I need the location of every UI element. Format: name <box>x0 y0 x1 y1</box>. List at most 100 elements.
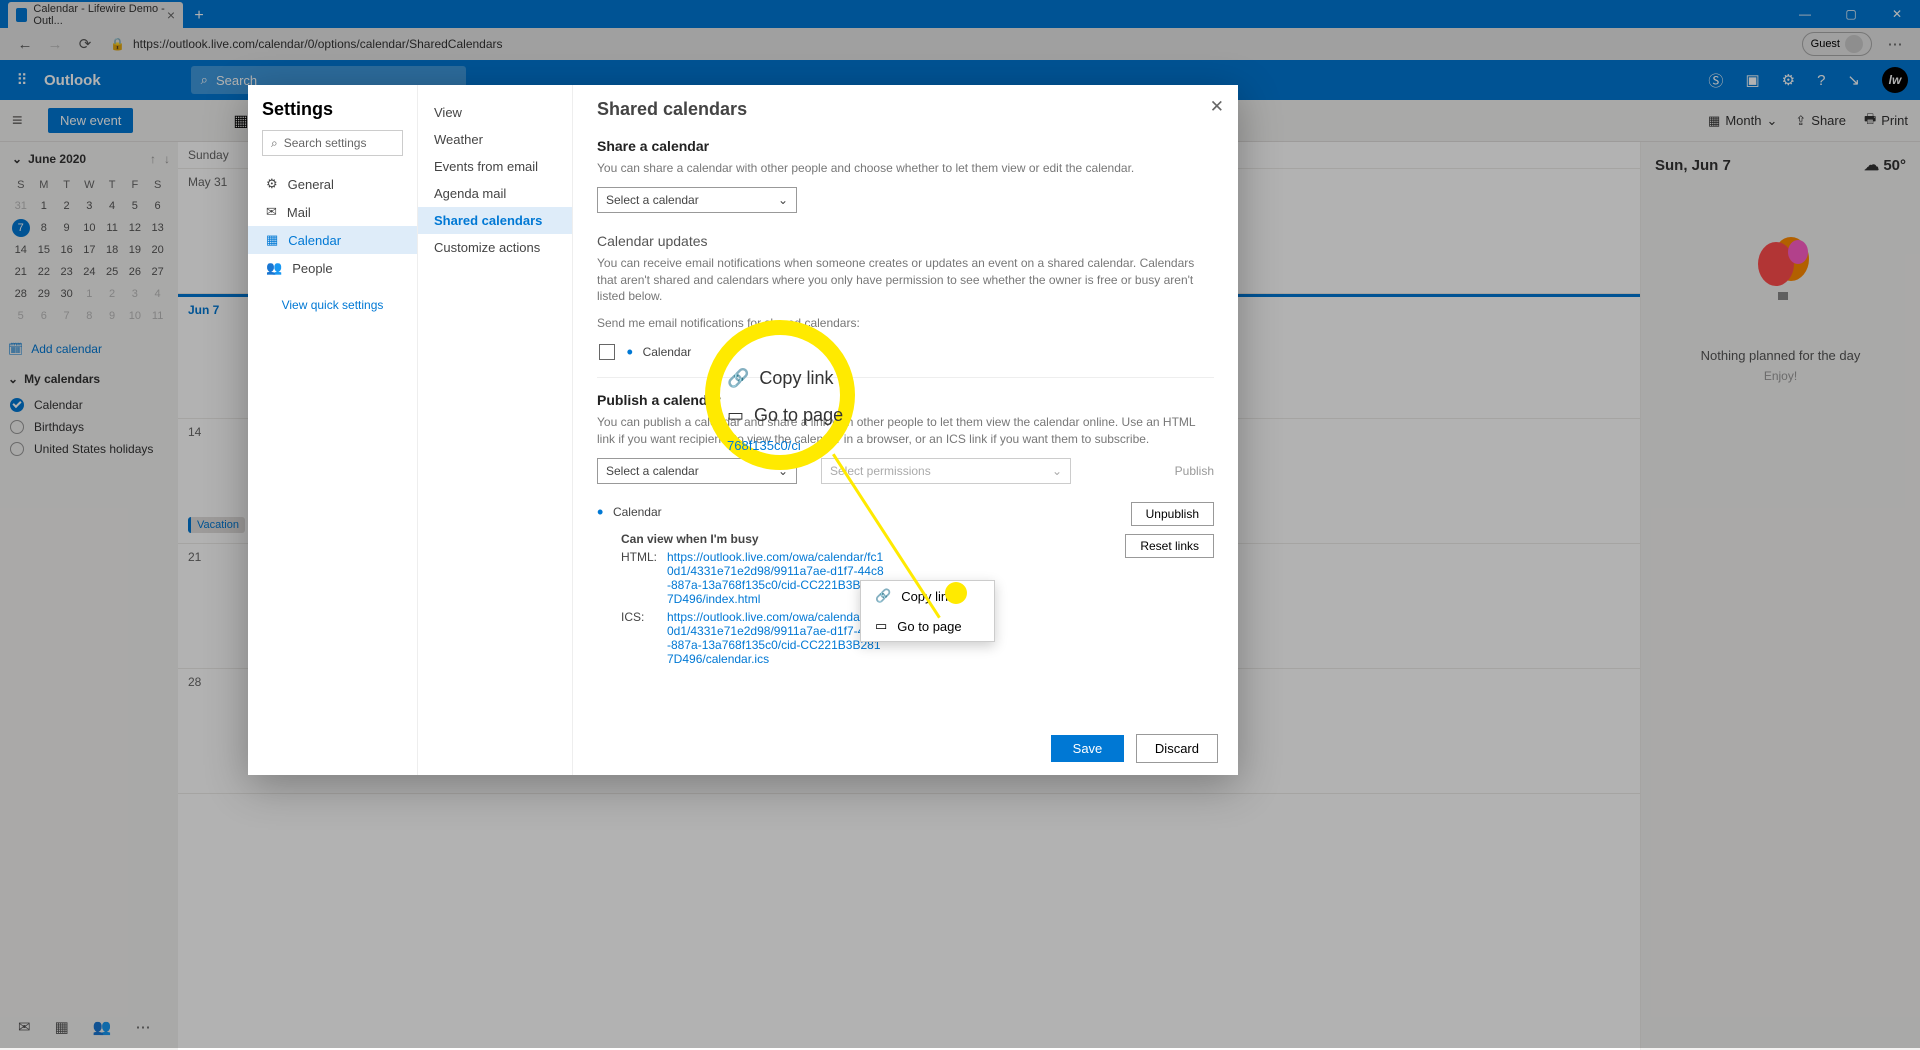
minimize-icon[interactable]: — <box>1782 0 1828 28</box>
page-icon: ▭ <box>875 618 887 634</box>
print-button[interactable]: 🖶 Print <box>1864 110 1908 132</box>
discard-button[interactable]: Discard <box>1136 734 1218 763</box>
more-icon[interactable]: ⋯ <box>135 1018 150 1036</box>
settings-nav-calendar[interactable]: ▦Calendar <box>248 226 417 254</box>
add-calendar-button[interactable]: 🗓 Add calendar <box>8 342 170 356</box>
zoom-overlay: 🔗Copy link ▭Go to page 768f135c0/ci <box>727 360 847 453</box>
mail-icon: ✉ <box>266 204 277 220</box>
mini-calendar[interactable]: SMTWTFS 31123456789101112131415161718192… <box>8 174 170 328</box>
help-icon[interactable]: ? <box>1817 72 1825 89</box>
settings-nav-people[interactable]: 👥People <box>262 254 403 282</box>
skype-icon[interactable]: Ⓢ <box>1708 70 1723 91</box>
gear-icon: ⚙ <box>266 176 278 192</box>
next-month-icon[interactable]: ↓ <box>164 152 170 166</box>
link-icon: 🔗 <box>727 368 749 389</box>
maximize-icon[interactable]: ▢ <box>1828 0 1874 28</box>
close-icon[interactable]: ✕ <box>1874 0 1920 28</box>
module-switcher: ✉ ▦ 👥 ⋯ <box>0 1006 178 1048</box>
calendar-item[interactable]: Calendar <box>8 394 170 416</box>
close-dialog-icon[interactable]: ✕ <box>1210 97 1224 117</box>
chevron-down-icon: ⌄ <box>778 193 788 207</box>
more-icon[interactable]: ⋯ <box>1880 30 1910 58</box>
quick-settings-link[interactable]: View quick settings <box>262 298 403 312</box>
refresh-icon[interactable]: ⟳ <box>70 30 100 58</box>
tab-favicon <box>16 8 27 22</box>
weather-temp: ☁ 50° <box>1864 156 1906 174</box>
chevron-down-icon: ⌄ <box>1052 464 1062 478</box>
app-launcher-icon[interactable]: ⠿ <box>0 60 44 100</box>
checkbox-off-icon[interactable] <box>10 442 24 456</box>
ctx-copy-link[interactable]: 🔗Copy link <box>861 581 994 611</box>
people-icon[interactable]: 👥 <box>93 1018 112 1036</box>
settings-nav-mail[interactable]: ✉Mail <box>262 198 403 226</box>
outlook-icon[interactable]: ▣ <box>1745 71 1759 89</box>
settings-sub-shared[interactable]: Shared calendars <box>418 207 572 234</box>
tab-title: Calendar - Lifewire Demo - Outl... <box>33 3 166 27</box>
back-icon[interactable]: ← <box>10 30 40 58</box>
html-link[interactable]: https://outlook.live.com/owa/calendar/fc… <box>667 550 887 606</box>
ctx-go-to-page[interactable]: ▭Go to page <box>861 611 994 641</box>
settings-search-input[interactable]: ⌕ Search settings <box>262 130 403 156</box>
checkbox-off-icon[interactable] <box>10 420 24 434</box>
event-chip[interactable]: Vacation <box>188 517 245 533</box>
gear-icon[interactable]: ⚙ <box>1782 71 1795 89</box>
highlight-dot <box>945 582 967 604</box>
mail-icon[interactable]: ✉ <box>18 1018 31 1036</box>
reset-links-button[interactable]: Reset links <box>1125 534 1214 558</box>
forward-icon[interactable]: → <box>40 30 70 58</box>
agenda-panel: Sun, Jun 7 ☁ 50° Nothing planned for the… <box>1640 142 1920 1050</box>
save-button[interactable]: Save <box>1051 735 1125 762</box>
guest-profile-button[interactable]: Guest <box>1802 32 1872 56</box>
notify-label: Send me email notifications for shared c… <box>597 315 1214 332</box>
left-sidebar: ⌄ June 2020 ↑ ↓ SMTWTFS 3112345678910111… <box>0 142 178 1050</box>
context-menu: 🔗Copy link ▭Go to page <box>860 580 995 642</box>
new-event-button[interactable]: New event <box>48 108 133 133</box>
calendar-today-icon: ▦ <box>233 111 248 131</box>
hamburger-icon[interactable]: ≡ <box>12 110 36 131</box>
lock-icon: 🔒 <box>110 37 125 51</box>
view-month-button[interactable]: ▦ Month ⌄ <box>1708 113 1777 129</box>
prev-month-icon[interactable]: ↑ <box>150 152 156 166</box>
mini-month-label: June 2020 <box>28 152 86 166</box>
settings-title: Settings <box>262 99 403 120</box>
teams-icon[interactable]: ↘ <box>1847 71 1860 89</box>
new-tab-button[interactable]: + <box>187 4 211 28</box>
search-icon: ⌕ <box>271 136 278 151</box>
chevron-down-icon[interactable]: ⌄ <box>12 152 22 166</box>
month-icon: ▦ <box>1708 113 1720 129</box>
weather-icon: ☁ <box>1864 157 1879 174</box>
agenda-empty-message: Nothing planned for the day <box>1655 348 1906 363</box>
settings-sub-view[interactable]: View <box>418 99 572 126</box>
search-icon: ⌕ <box>201 72 208 88</box>
calendar-icon: ▦ <box>266 232 278 248</box>
calendar-item[interactable]: United States holidays <box>8 438 170 460</box>
avatar-icon <box>1845 35 1863 53</box>
settings-sub-weather[interactable]: Weather <box>418 126 572 153</box>
browser-tab[interactable]: Calendar - Lifewire Demo - Outl... × <box>8 2 183 28</box>
share-button[interactable]: ⇪ Share <box>1795 113 1846 129</box>
profile-badge[interactable]: lw <box>1882 67 1908 93</box>
browser-tabbar: Calendar - Lifewire Demo - Outl... × + —… <box>0 0 1920 28</box>
permissions-select: Select permissions⌄ <box>821 458 1071 484</box>
settings-sub-customize[interactable]: Customize actions <box>418 234 572 261</box>
tab-close-icon[interactable]: × <box>167 7 175 23</box>
notify-checkbox[interactable] <box>599 344 615 360</box>
balloon-illustration <box>1746 234 1816 324</box>
settings-sub-events[interactable]: Events from email <box>418 153 572 180</box>
ics-label: ICS: <box>621 610 657 666</box>
settings-nav-general[interactable]: ⚙General <box>262 170 403 198</box>
chevron-down-icon[interactable]: ⌄ <box>8 372 18 386</box>
calendar-item[interactable]: Birthdays <box>8 416 170 438</box>
publish-description: You can publish a calendar and share a l… <box>597 414 1214 448</box>
add-calendar-icon: 🗓 <box>8 342 23 356</box>
published-cal-name: Calendar <box>613 505 662 519</box>
url-input[interactable]: 🔒 https://outlook.live.com/calendar/0/op… <box>100 31 1802 57</box>
publish-calendar-select[interactable]: Select a calendar⌄ <box>597 458 797 484</box>
share-calendar-select[interactable]: Select a calendar⌄ <box>597 187 797 213</box>
ics-link[interactable]: https://outlook.live.com/owa/calendar/fc… <box>667 610 887 666</box>
settings-sub-agenda[interactable]: Agenda mail <box>418 180 572 207</box>
calendar-icon[interactable]: ▦ <box>55 1018 69 1036</box>
unpublish-button[interactable]: Unpublish <box>1131 502 1214 526</box>
checkbox-on-icon[interactable] <box>10 398 24 412</box>
html-label: HTML: <box>621 550 657 606</box>
